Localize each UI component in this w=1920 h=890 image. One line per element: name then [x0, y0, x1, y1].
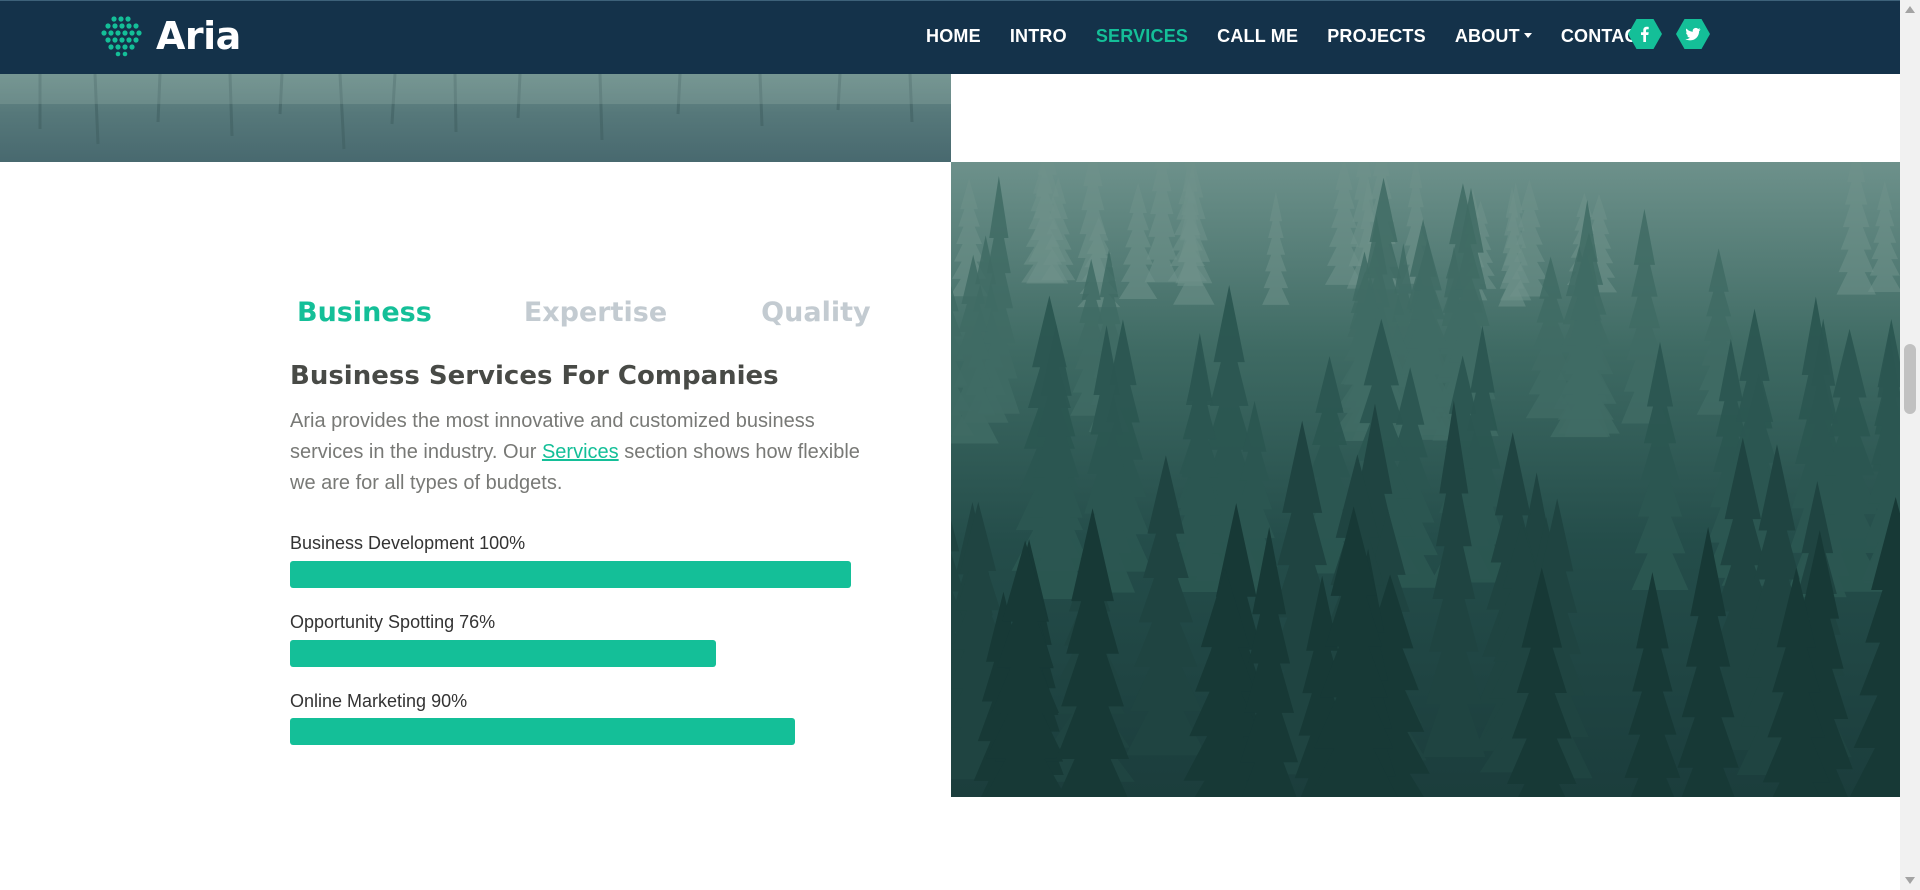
facebook-icon [1641, 26, 1649, 42]
page: Aria HOME INTRO SERVICES CALL ME PROJECT… [0, 0, 1920, 890]
service-tabs: Business Expertise Quality [297, 293, 871, 333]
section-heading: Business Services For Companies [290, 361, 779, 391]
caret-down-icon [1523, 33, 1532, 38]
progress-fill [290, 640, 717, 667]
nav-about-label: ABOUT [1454, 26, 1520, 46]
progress-fill [290, 561, 851, 588]
social-links [1628, 19, 1710, 49]
scroll-down-arrow-icon[interactable] [1905, 877, 1915, 884]
nav-services[interactable]: SERVICES [1096, 23, 1188, 49]
tab-business[interactable]: Business [297, 293, 432, 333]
skill-label-opportunity-spotting: Opportunity Spotting 76% [290, 612, 496, 632]
forest-image [951, 162, 1900, 797]
nav-projects[interactable]: PROJECTS [1327, 23, 1426, 49]
navbar: Aria HOME INTRO SERVICES CALL ME PROJECT… [0, 0, 1900, 74]
progress-bar-business-development [290, 561, 851, 588]
progress-bar-online-marketing [290, 718, 851, 745]
main-nav: HOME INTRO SERVICES CALL ME PROJECTS ABO… [926, 23, 1678, 49]
nav-intro[interactable]: INTRO [1010, 23, 1067, 49]
nav-about-dropdown[interactable]: ABOUT [1455, 23, 1532, 49]
scroll-thumb[interactable] [1904, 344, 1916, 414]
twitter-button[interactable] [1676, 19, 1710, 49]
facebook-button[interactable] [1628, 19, 1662, 49]
tab-quality[interactable]: Quality [761, 293, 870, 333]
logo[interactable]: Aria [100, 15, 241, 57]
tab-expertise[interactable]: Expertise [524, 293, 667, 333]
nav-home[interactable]: HOME [926, 23, 981, 49]
skill-label-business-development: Business Development 100% [290, 533, 526, 553]
lake-image [0, 74, 951, 162]
logo-dots-icon [101, 16, 142, 57]
section-description: Aria provides the most innovative and cu… [290, 406, 860, 499]
services-link[interactable]: Services [542, 441, 619, 463]
nav-call-me[interactable]: CALL ME [1217, 23, 1298, 49]
twitter-icon [1685, 27, 1701, 41]
logo-text: Aria [156, 14, 241, 58]
scroll-up-arrow-icon[interactable] [1905, 6, 1915, 13]
progress-fill [290, 718, 795, 745]
skill-label-online-marketing: Online Marketing 90% [290, 691, 468, 711]
progress-bar-opportunity-spotting [290, 640, 851, 667]
page-scrollbar[interactable] [1900, 0, 1920, 890]
